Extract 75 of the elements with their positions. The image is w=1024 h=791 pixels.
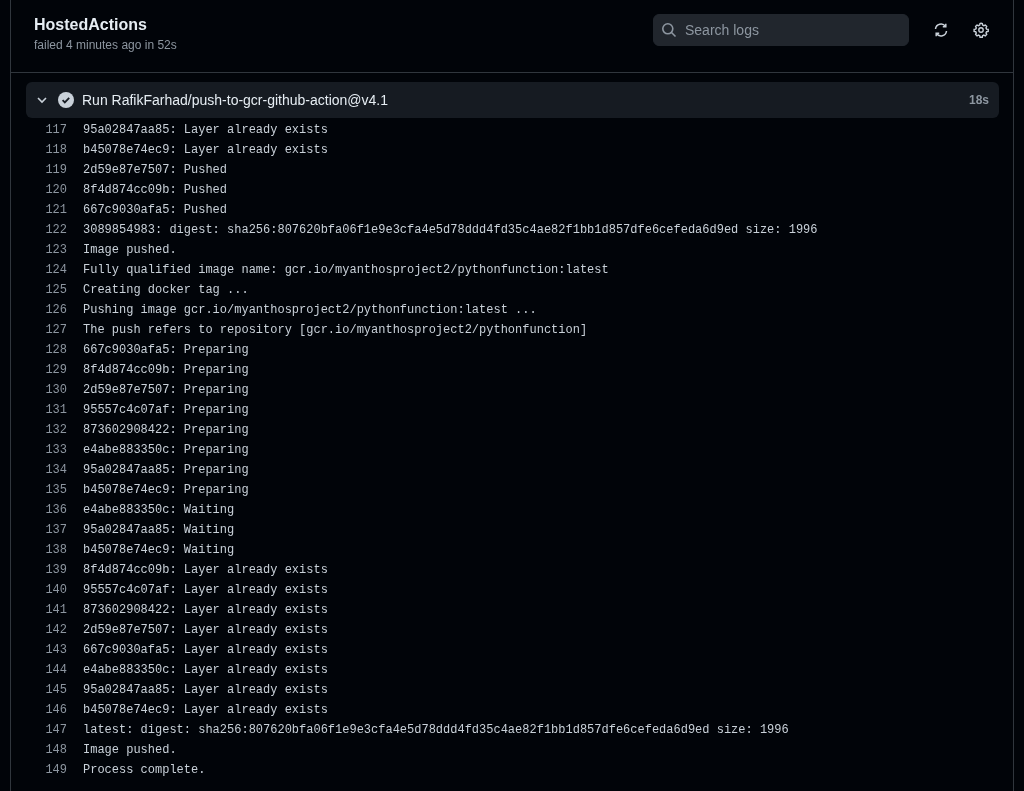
log-text: 8f4d874cc09b: Preparing xyxy=(83,363,249,377)
line-number: 145 xyxy=(44,682,68,699)
line-number: 143 xyxy=(44,642,68,659)
log-text: 667c9030afa5: Pushed xyxy=(83,203,228,217)
line-number: 124 xyxy=(44,262,68,279)
log-text: e4abe883350c: Layer already exists xyxy=(83,663,328,677)
line-number: 128 xyxy=(44,342,68,359)
refresh-icon xyxy=(933,22,949,38)
line-number: 141 xyxy=(44,602,68,619)
line-number: 126 xyxy=(44,302,68,319)
line-number: 144 xyxy=(44,662,68,679)
log-text: 8f4d874cc09b: Layer already exists xyxy=(83,563,328,577)
line-number: 122 xyxy=(44,222,68,239)
log-text: 2d59e87e7507: Pushed xyxy=(83,163,228,177)
line-number: 125 xyxy=(44,282,68,299)
line-number: 135 xyxy=(44,482,68,499)
log-text: 95a02847aa85: Layer already exists xyxy=(83,683,328,697)
log-text: b45078e74ec9: Layer already exists xyxy=(83,703,328,717)
log-text: 667c9030afa5: Preparing xyxy=(83,343,249,357)
log-text: 95a02847aa85: Preparing xyxy=(83,463,249,477)
line-number: 149 xyxy=(44,762,68,779)
line-number: 118 xyxy=(44,142,68,159)
line-number: 121 xyxy=(44,202,68,219)
settings-icon xyxy=(973,22,989,38)
line-number: 137 xyxy=(44,522,68,539)
search-icon xyxy=(661,22,677,38)
log-text: 2d59e87e7507: Preparing xyxy=(83,383,249,397)
line-number: 147 xyxy=(44,722,68,739)
log-text: 667c9030afa5: Layer already exists xyxy=(83,643,328,657)
line-number: 129 xyxy=(44,362,68,379)
log-text: e4abe883350c: Preparing xyxy=(83,443,249,457)
line-number: 132 xyxy=(44,422,68,439)
log-text: Pushing image gcr.io/myanthosproject2/pythonfunction:latest ... xyxy=(83,303,537,317)
line-number: 148 xyxy=(44,742,68,759)
log-text: b45078e74ec9: Waiting xyxy=(83,543,235,557)
log-text: The push refers to repository [gcr.io/myanthosproject2/pythonfunction] xyxy=(83,323,588,337)
log-text: 95a02847aa85: Waiting xyxy=(83,523,235,537)
log-text: 2d59e87e7507: Layer already exists xyxy=(83,623,328,637)
line-number: 136 xyxy=(44,502,68,519)
line-number: 120 xyxy=(44,182,68,199)
line-number: 146 xyxy=(44,702,68,719)
log-text: e4abe883350c: Waiting xyxy=(83,503,235,517)
step-header[interactable]: Run RafikFarhad/push-to-gcr-github-action@v4.1 18s xyxy=(26,82,999,118)
log-text: 95a02847aa85: Layer already exists xyxy=(83,123,328,137)
search-field[interactable]: Search logs xyxy=(653,14,909,46)
log-text: b45078e74ec9: Preparing xyxy=(83,483,249,497)
line-number: 140 xyxy=(44,582,68,599)
log-text: 8f4d874cc09b: Pushed xyxy=(83,183,228,197)
log-text: latest: digest: sha256:807620bfa06f1e9e3cfa4e5d78ddd4fd35c4ae82f1bb1d857dfe6cefeda6d9ed size: 1996 xyxy=(83,723,789,737)
line-number: 127 xyxy=(44,322,68,339)
log-text: b45078e74ec9: Layer already exists xyxy=(83,143,328,157)
line-number: 142 xyxy=(44,622,68,639)
log-text: 873602908422: Layer already exists xyxy=(83,603,328,617)
line-number: 123 xyxy=(44,242,68,259)
line-number: 133 xyxy=(44,442,68,459)
log-text: Image pushed. xyxy=(83,743,177,757)
line-number: 130 xyxy=(44,382,68,399)
workflow-title: HostedActions xyxy=(34,15,148,35)
line-number: 119 xyxy=(44,162,68,179)
line-number: 134 xyxy=(44,462,68,479)
log-text: Image pushed. xyxy=(83,243,177,257)
step-duration: 18s xyxy=(968,92,989,109)
log-text: 873602908422: Preparing xyxy=(83,423,249,437)
line-number: 131 xyxy=(44,402,68,419)
log-text: 95557c4c07af: Preparing xyxy=(83,403,249,417)
line-number: 117 xyxy=(44,122,68,139)
line-number: 139 xyxy=(44,562,68,579)
step-title: Run RafikFarhad/push-to-gcr-github-action@v4.1 xyxy=(82,90,390,110)
run-status-text: failed 4 minutes ago in 52s xyxy=(34,37,177,54)
log-text: Creating docker tag ... xyxy=(83,283,249,297)
line-number: 138 xyxy=(44,542,68,559)
log-text: 3089854983: digest: sha256:807620bfa06f1e9e3cfa4e5d78ddd4fd35c4ae82f1bb1d857dfe6cefeda6d9ed size: 1996 xyxy=(83,223,818,237)
log-text: 95557c4c07af: Layer already exists xyxy=(83,583,328,597)
log-text: Process complete. xyxy=(83,763,206,777)
log-text: Fully qualified image name: gcr.io/myanthosproject2/pythonfunction:latest xyxy=(83,263,609,277)
